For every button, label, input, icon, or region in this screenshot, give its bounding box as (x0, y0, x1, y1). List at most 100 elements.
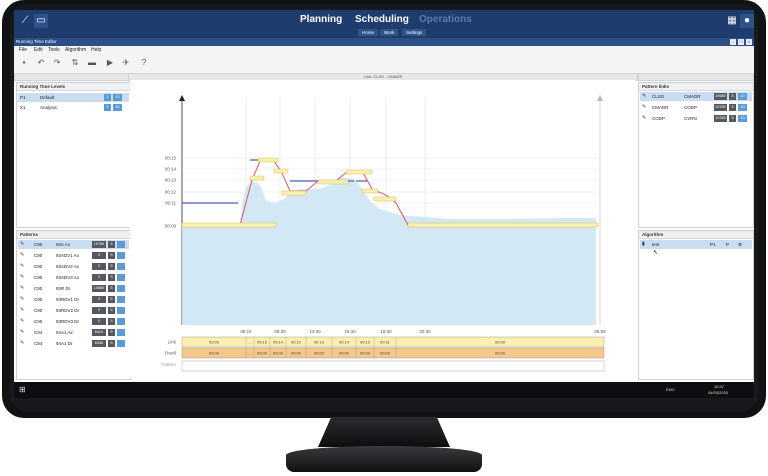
gear-icon[interactable]: ⚙ (738, 240, 742, 249)
run-icon[interactable]: ✈ (121, 58, 131, 68)
windows-start-icon[interactable]: ⊞ (19, 385, 26, 394)
flag-icon[interactable] (117, 340, 125, 347)
target-bar (345, 169, 373, 175)
band-cell: 00:00 (339, 351, 350, 356)
list-item[interactable]: ✎ CLSG CMADR 19680 5 10 (640, 92, 752, 101)
running-time-chart: 00:09 00:11 00:12 00:13 00:14 00:15 06:15 08:30… (161, 95, 606, 372)
band-cell: 00:12 (360, 340, 371, 345)
list-item[interactable]: ✎ C90 93R Dr 10680 5 (18, 284, 129, 293)
pencil-icon[interactable]: ✎ (20, 306, 24, 315)
x-tick-label: 20:30 (419, 329, 431, 334)
redo-icon[interactable]: ↷ (52, 58, 62, 68)
tab-settings[interactable]: Settings (402, 29, 427, 36)
flag-icon[interactable] (117, 241, 125, 248)
pencil-icon[interactable]: ✎ (20, 273, 24, 282)
list-item[interactable]: ✎ C90 93ADV1 Ax 0 5 (18, 251, 129, 260)
maximize-icon[interactable]: □ (738, 39, 744, 45)
patterns-title: Patterns (17, 231, 130, 239)
list-item[interactable]: ▮ test P1 P ⚙ (640, 240, 752, 249)
flag-icon[interactable] (117, 329, 125, 336)
menu-help[interactable]: Help (91, 47, 101, 53)
clock-time[interactable]: 16:57 (714, 384, 724, 389)
language-indicator[interactable]: ENG (666, 387, 675, 392)
list-item[interactable]: P1 Default 1 10 (18, 93, 129, 102)
pencil-icon[interactable]: ✎ (642, 92, 646, 101)
pencil-icon[interactable]: ✎ (642, 103, 646, 112)
flag-icon[interactable] (117, 252, 125, 259)
list-item[interactable]: ✎ C90 93ADV3 Ax 0 5 (18, 273, 129, 282)
route-icon[interactable]: ⟋ (18, 14, 32, 28)
running-time-levels-panel: Running Time Levels P1 Default 1 10 X1 A… (16, 82, 131, 228)
list-item[interactable]: ✎ C90 93A Ax 10780 5 (18, 240, 129, 249)
list-item[interactable]: ✎ CMADR CODP 10780 5 10 (640, 103, 752, 112)
menu-edit[interactable]: Edit (34, 47, 43, 53)
pencil-icon[interactable]: ✎ (20, 328, 24, 337)
right-axis-arrow (597, 95, 603, 101)
nav-operations[interactable]: Operations (419, 14, 472, 25)
link-title: Link: CLSG - CMADR (363, 74, 403, 79)
pattern-links-panel: Pattern links ✎ CLSG CMADR 19680 5 10 ✎ C… (638, 82, 754, 228)
pencil-icon[interactable]: ✎ (20, 284, 24, 293)
flag-icon[interactable] (117, 274, 125, 281)
running-time-levels-title: Running Time Levels (17, 83, 130, 91)
band-cell: 00:12 (291, 340, 302, 345)
nav-planning[interactable]: Planning (300, 14, 342, 25)
flag-icon[interactable] (117, 318, 125, 325)
pencil-icon[interactable]: ✎ (642, 114, 646, 123)
list-item[interactable]: ✎ C90 93RDV2 Dr 0 5 (18, 306, 129, 315)
band-cell: 00:00 (273, 351, 284, 356)
y-tick-label: 00:12 (165, 190, 177, 195)
cursor-icon: ↖ (653, 250, 659, 256)
monitor-stand (318, 417, 450, 447)
band-cell: ... (248, 351, 251, 356)
target-bar (257, 157, 279, 163)
help-icon[interactable]: ? (139, 58, 149, 68)
target-bar (361, 188, 379, 194)
flag-icon[interactable] (117, 285, 125, 292)
minimize-icon[interactable]: – (730, 39, 736, 45)
trash-icon[interactable]: ▮ (642, 240, 645, 249)
list-item[interactable]: ✎ C90 93RDV3 Dr 0 5 (18, 317, 129, 326)
pencil-icon[interactable]: ✎ (20, 295, 24, 304)
close-icon[interactable]: × (746, 39, 752, 45)
band-cell: 00:15 (257, 340, 268, 345)
grid-menu-icon[interactable]: ▦ (725, 14, 739, 28)
y-tick-label: 00:11 (165, 201, 176, 206)
tab-work[interactable]: Work (380, 29, 399, 36)
list-item[interactable]: ✎ CODP CVRN 10780 5 10 (640, 114, 752, 123)
dwell-band (181, 347, 605, 359)
list-item[interactable]: ✎ C94 94A1 Ax 6424 5 (18, 328, 129, 337)
save-icon[interactable]: ▪ (19, 58, 29, 68)
target-bar (317, 179, 349, 185)
monitor-base (286, 446, 482, 472)
bus-icon[interactable]: ▭ (34, 14, 48, 28)
band-cell: 00:00 (257, 351, 268, 356)
band-cell: 00:00 (360, 351, 371, 356)
tab-home[interactable]: Home (358, 29, 379, 36)
y-tick-label: 00:13 (165, 178, 177, 183)
list-item[interactable]: X1 Analysis 1 10 (18, 103, 129, 112)
undo-icon[interactable]: ↶ (36, 58, 46, 68)
pencil-icon[interactable]: ✎ (20, 339, 24, 348)
pencil-icon[interactable]: ✎ (20, 240, 24, 249)
flag-icon[interactable] (117, 263, 125, 270)
menu-algorithm[interactable]: Algorithm (65, 47, 86, 53)
list-item[interactable]: ✎ C90 93RDV1 Dr 0 5 (18, 295, 129, 304)
pencil-icon[interactable]: ✎ (20, 262, 24, 271)
list-item[interactable]: ✎ C90 93ADV2 Ax 0 5 (18, 262, 129, 271)
flag-icon[interactable] (117, 296, 125, 303)
list-item[interactable]: ✎ C94 94A1 Dr 6336 5 (18, 339, 129, 348)
play-icon[interactable]: ▶ (105, 58, 115, 68)
clock-date[interactable]: 04/03/2020 (708, 390, 728, 395)
menu-file[interactable]: File (19, 47, 27, 53)
band-label: Pattern (161, 362, 176, 367)
pencil-icon[interactable]: ✎ (20, 317, 24, 326)
swap-icon[interactable]: ⇅ (70, 58, 80, 68)
nav-scheduling[interactable]: Scheduling (355, 14, 409, 25)
band-cell: 00:14 (273, 340, 284, 345)
menu-tools[interactable]: Tools (48, 47, 60, 53)
user-icon[interactable]: ● (740, 14, 754, 28)
delete-icon[interactable]: ▬ (87, 58, 97, 68)
flag-icon[interactable] (117, 307, 125, 314)
pencil-icon[interactable]: ✎ (20, 251, 24, 260)
